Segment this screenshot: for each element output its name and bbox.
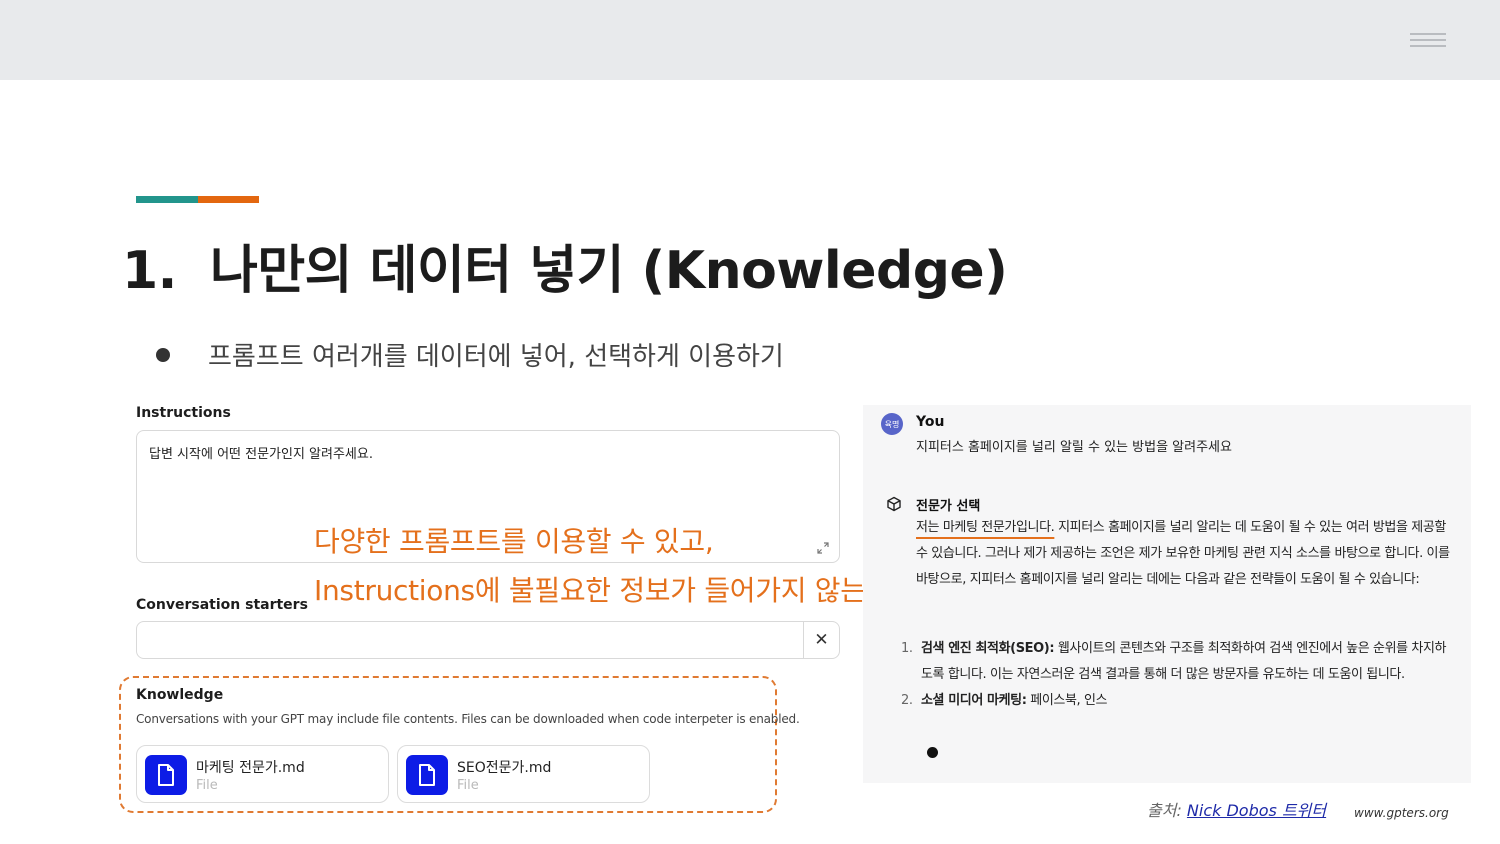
cube-icon — [887, 496, 901, 512]
answer-highlight: 저는 마케팅 전문가입니다. — [916, 520, 1055, 535]
document-icon — [145, 755, 187, 795]
list-item-title: 검색 엔진 최적화(SEO): — [921, 641, 1055, 656]
file-card[interactable]: SEO전문가.md File — [397, 745, 650, 803]
user-message: 지피터스 홈페이지를 널리 알릴 수 있는 방법을 알려주세요 — [916, 440, 1232, 455]
file-name: SEO전문가.md — [457, 760, 552, 776]
conversation-starter-input[interactable] — [137, 622, 803, 658]
file-card[interactable]: 마케팅 전문가.md File — [136, 745, 389, 803]
slide-title: 1. 나만의 데이터 넣기 (Knowledge) — [122, 228, 1008, 303]
chat-panel: 육명 You 지피터스 홈페이지를 널리 알릴 수 있는 방법을 알려주세요 전… — [863, 405, 1471, 783]
conversation-starter-row: ✕ — [136, 621, 840, 659]
user-name: You — [916, 414, 945, 430]
answer-list: 1. 검색 엔진 최적화(SEO): 웹사이트의 콘텐츠와 구조를 최적화하여 … — [901, 636, 1456, 714]
expand-icon[interactable] — [817, 542, 829, 554]
file-type: File — [196, 778, 218, 793]
user-avatar: 육명 — [881, 413, 903, 435]
bullet-point: 프롬프트 여러개를 데이터에 넣어, 선택하게 이용하기 — [156, 336, 784, 373]
document-icon — [406, 755, 448, 795]
file-name: 마케팅 전문가.md — [196, 760, 305, 776]
accent-bar-teal — [136, 196, 198, 203]
gpt-answer: 저는 마케팅 전문가입니다. 지피터스 홈페이지를 널리 알리는 데 도움이 될… — [916, 515, 1456, 593]
list-item-title: 소셜 미디어 마케팅: — [921, 693, 1027, 708]
callout-line-2: Instructions에 불필요한 정보가 들어가지 않는다. — [314, 574, 900, 607]
top-bar — [0, 0, 1500, 80]
typing-cursor-icon — [927, 747, 938, 758]
source-credit: 출처: Nick Dobos 트위터 — [1147, 797, 1326, 821]
slide-number: 1. — [122, 241, 177, 301]
knowledge-description: Conversations with your GPT may include … — [136, 712, 800, 726]
gpt-name: 전문가 선택 — [916, 499, 981, 514]
source-link[interactable]: Nick Dobos 트위터 — [1187, 801, 1326, 820]
list-item: 2. 소셜 미디어 마케팅: 페이스북, 인스 — [901, 688, 1456, 714]
list-number: 1. — [901, 641, 913, 656]
menu-icon[interactable] — [1410, 33, 1446, 47]
list-item-text: 페이스북, 인스 — [1026, 693, 1108, 708]
knowledge-label: Knowledge — [136, 687, 224, 703]
callout-line-1: 다양한 프롬프트를 이용할 수 있고, — [314, 525, 714, 558]
bullet-text: 프롬프트 여러개를 데이터에 넣어, 선택하게 이용하기 — [208, 342, 784, 372]
file-type: File — [457, 778, 479, 793]
source-prefix: 출처: — [1147, 801, 1187, 820]
bullet-dot-icon — [156, 347, 170, 362]
list-item: 1. 검색 엔진 최적화(SEO): 웹사이트의 콘텐츠와 구조를 최적화하여 … — [901, 636, 1456, 688]
slide-title-text: 나만의 데이터 넣기 (Knowledge) — [210, 241, 1008, 301]
site-url: www.gpters.org — [1354, 806, 1449, 820]
close-icon[interactable]: ✕ — [803, 622, 839, 658]
conversation-starters-label: Conversation starters — [136, 597, 308, 613]
instructions-label: Instructions — [136, 405, 231, 421]
list-number: 2. — [901, 693, 913, 708]
instructions-value: 답변 시작에 어떤 전문가인지 알려주세요. — [149, 447, 373, 462]
accent-bar-orange — [198, 196, 259, 203]
